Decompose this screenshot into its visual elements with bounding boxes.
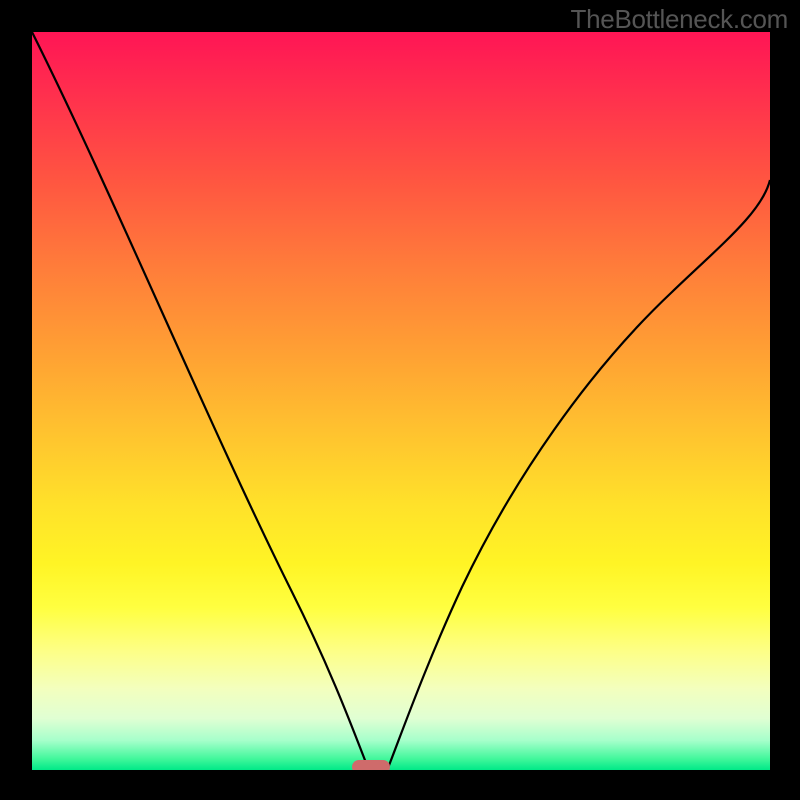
curve-layer xyxy=(32,32,770,770)
plot-area xyxy=(32,32,770,770)
optimum-marker xyxy=(352,760,390,770)
watermark-text: TheBottleneck.com xyxy=(571,4,788,35)
chart-container: TheBottleneck.com xyxy=(0,0,800,800)
right-curve-path xyxy=(388,180,770,768)
left-curve-path xyxy=(32,32,368,768)
